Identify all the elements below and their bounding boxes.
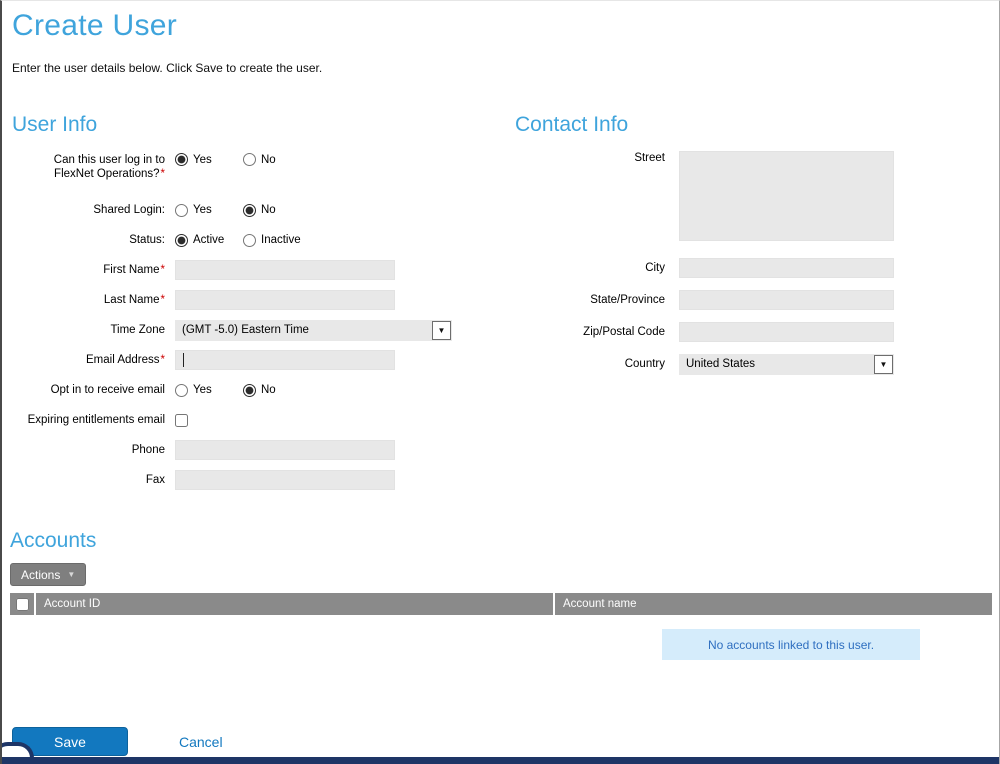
shared-no-option[interactable]: No	[243, 204, 311, 217]
state-row: State/Province	[515, 285, 935, 315]
actions-button[interactable]: Actions ▼	[10, 563, 86, 586]
city-row: City	[515, 253, 935, 283]
phone-row: Phone	[12, 435, 504, 465]
time-zone-value: (GMT -5.0) Eastern Time	[182, 324, 309, 336]
user-info-heading: User Info	[12, 113, 504, 137]
country-label: Country	[515, 357, 665, 371]
zip-label: Zip/Postal Code	[515, 325, 665, 339]
chevron-down-icon[interactable]: ▼	[432, 321, 451, 340]
shared-no-radio[interactable]	[243, 204, 256, 217]
shared-yes-radio[interactable]	[175, 204, 188, 217]
fax-label: Fax	[12, 473, 165, 487]
login-permission-label: Can this user log in to FlexNet Operatio…	[12, 153, 165, 181]
login-no-radio[interactable]	[243, 153, 256, 166]
page-title: Create User	[12, 9, 999, 43]
country-row: Country United States ▼	[515, 349, 935, 379]
select-all-cell	[10, 593, 36, 615]
city-label: City	[515, 261, 665, 275]
contact-info-section: Contact Info Street City State/Province …	[515, 113, 935, 379]
required-asterisk: *	[161, 354, 165, 366]
opt-in-row: Opt in to receive email Yes No	[12, 375, 504, 405]
status-row: Status: Active Inactive	[12, 225, 504, 255]
street-label: Street	[515, 151, 665, 165]
status-inactive-option[interactable]: Inactive	[243, 234, 311, 247]
required-asterisk: *	[161, 264, 165, 276]
login-no-option[interactable]: No	[243, 153, 311, 166]
shared-login-label: Shared Login:	[12, 203, 165, 217]
opt-in-no-option[interactable]: No	[243, 384, 311, 397]
chevron-down-icon: ▼	[67, 570, 75, 579]
status-inactive-radio[interactable]	[243, 234, 256, 247]
opt-in-label: Opt in to receive email	[12, 383, 165, 397]
shared-yes-option[interactable]: Yes	[175, 204, 243, 217]
required-asterisk: *	[161, 294, 165, 306]
phone-field[interactable]	[175, 440, 395, 460]
fax-row: Fax	[12, 465, 504, 495]
create-user-page: Create User Enter the user details below…	[0, 0, 1000, 764]
required-asterisk: *	[161, 168, 165, 180]
select-all-checkbox[interactable]	[16, 598, 29, 611]
chevron-down-icon[interactable]: ▼	[874, 355, 893, 374]
expiring-email-checkbox[interactable]	[175, 414, 188, 427]
status-label: Status:	[12, 233, 165, 247]
street-field[interactable]	[679, 151, 894, 241]
user-info-section: User Info Can this user log in to FlexNe…	[12, 113, 504, 495]
last-name-field[interactable]	[175, 290, 395, 310]
bottom-border-bar	[2, 757, 999, 764]
accounts-table-header: Account ID Account name	[10, 593, 992, 615]
opt-in-yes-option[interactable]: Yes	[175, 384, 243, 397]
time-zone-select[interactable]: (GMT -5.0) Eastern Time ▼	[175, 320, 452, 341]
state-label: State/Province	[515, 293, 665, 307]
country-value: United States	[686, 358, 755, 370]
city-field[interactable]	[679, 258, 894, 278]
zip-field[interactable]	[679, 322, 894, 342]
no-accounts-message: No accounts linked to this user.	[662, 629, 920, 660]
expiring-email-label: Expiring entitlements email	[12, 413, 165, 427]
email-label: Email Address*	[12, 353, 165, 367]
accounts-heading: Accounts	[10, 529, 992, 553]
zip-row: Zip/Postal Code	[515, 317, 935, 347]
state-field[interactable]	[679, 290, 894, 310]
status-active-radio[interactable]	[175, 234, 188, 247]
column-header-account-name: Account name	[553, 593, 992, 615]
expiring-email-row: Expiring entitlements email	[12, 405, 504, 435]
street-row: Street	[515, 151, 935, 253]
first-name-label: First Name*	[12, 263, 165, 277]
column-header-account-id: Account ID	[36, 593, 553, 615]
email-field[interactable]	[175, 350, 395, 370]
email-row: Email Address*	[12, 345, 504, 375]
first-name-field[interactable]	[175, 260, 395, 280]
contact-info-heading: Contact Info	[515, 113, 935, 137]
page-subtitle: Enter the user details below. Click Save…	[12, 61, 999, 75]
time-zone-row: Time Zone (GMT -5.0) Eastern Time ▼	[12, 315, 504, 345]
text-caret	[183, 353, 184, 367]
login-yes-option[interactable]: Yes	[175, 153, 243, 166]
opt-in-no-radio[interactable]	[243, 384, 256, 397]
last-name-row: Last Name*	[12, 285, 504, 315]
last-name-label: Last Name*	[12, 293, 165, 307]
phone-label: Phone	[12, 443, 165, 457]
login-yes-radio[interactable]	[175, 153, 188, 166]
fax-field[interactable]	[175, 470, 395, 490]
time-zone-label: Time Zone	[12, 323, 165, 337]
cancel-link[interactable]: Cancel	[179, 734, 223, 750]
shared-login-row: Shared Login: Yes No	[12, 195, 504, 225]
login-permission-row: Can this user log in to FlexNet Operatio…	[12, 151, 504, 195]
opt-in-yes-radio[interactable]	[175, 384, 188, 397]
status-active-option[interactable]: Active	[175, 234, 243, 247]
country-select[interactable]: United States ▼	[679, 354, 894, 375]
first-name-row: First Name*	[12, 255, 504, 285]
accounts-section: Accounts Actions ▼ Account ID Account na…	[10, 529, 992, 615]
